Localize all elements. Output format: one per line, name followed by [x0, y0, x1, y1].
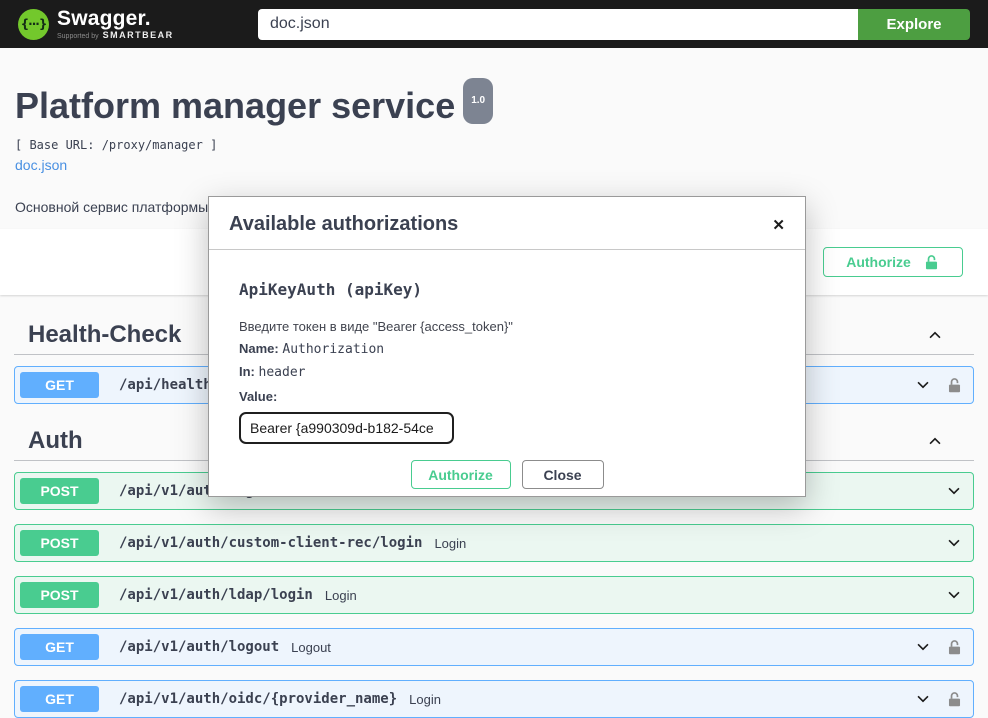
spec-url-form: Explore: [258, 9, 970, 40]
base-url: [ Base URL: /proxy/manager ]: [15, 138, 973, 152]
chevron-down-icon[interactable]: [945, 534, 963, 552]
spec-link[interactable]: doc.json: [15, 157, 67, 173]
operation-path: /api/v1/auth/logout: [119, 639, 279, 655]
method-badge: GET: [20, 634, 99, 660]
brand-name: Swagger.: [57, 8, 174, 29]
operation-row[interactable]: POST /api/v1/auth/ldap/login Login: [14, 576, 974, 614]
operation-path: /api/v1/auth/custom-client-rec/login: [119, 535, 422, 551]
chevron-down-icon[interactable]: [914, 376, 932, 394]
operation-summary: Login: [409, 692, 441, 707]
operation-summary: Login: [434, 536, 466, 551]
close-icon[interactable]: ✕: [772, 216, 785, 234]
spec-url-input[interactable]: [258, 9, 858, 40]
brand-text: Swagger. Supported by SMARTBEAR: [57, 8, 174, 40]
version-badge: 1.0: [463, 78, 493, 124]
modal-close-button[interactable]: Close: [522, 460, 604, 489]
method-badge: GET: [20, 686, 99, 712]
chevron-down-icon[interactable]: [914, 690, 932, 708]
swagger-braces-icon: {···}: [18, 9, 49, 40]
modal-body: ApiKeyAuth (apiKey) Введите токен в виде…: [209, 250, 805, 509]
operation-summary: Logout: [291, 640, 331, 655]
chevron-up-icon[interactable]: [926, 326, 944, 344]
method-badge: GET: [20, 372, 99, 398]
explore-button[interactable]: Explore: [858, 9, 970, 40]
smartbear-label: SMARTBEAR: [103, 31, 174, 40]
operation-summary: Login: [325, 588, 357, 603]
topbar: {···} Swagger. Supported by SMARTBEAR Ex…: [0, 0, 988, 48]
authorize-button[interactable]: Authorize: [823, 247, 963, 277]
page-title: Platform manager service1.0: [15, 86, 973, 132]
auth-scheme-name: ApiKeyAuth (apiKey): [239, 280, 775, 299]
section-title: Auth: [14, 427, 83, 455]
authorizations-modal: Available authorizations ✕ ApiKeyAuth (a…: [208, 196, 806, 497]
operation-path: /api/v1/auth/ldap/login: [119, 587, 313, 603]
auth-name-row: Name: Authorization: [239, 341, 775, 357]
operation-path: /api/v1/auth/oidc/{provider_name}: [119, 691, 397, 707]
section-title: Health-Check: [14, 321, 181, 349]
operation-row[interactable]: GET /api/v1/auth/oidc/{provider_name} Lo…: [14, 680, 974, 718]
modal-authorize-button[interactable]: Authorize: [411, 460, 511, 489]
operation-row[interactable]: POST /api/v1/auth/custom-client-rec/logi…: [14, 524, 974, 562]
modal-actions: Authorize Close: [239, 460, 775, 489]
chevron-down-icon[interactable]: [914, 638, 932, 656]
swagger-logo[interactable]: {···} Swagger. Supported by SMARTBEAR: [18, 8, 174, 40]
method-badge: POST: [20, 478, 99, 504]
method-badge: POST: [20, 530, 99, 556]
unlocked-padlock-icon[interactable]: [946, 377, 963, 394]
token-input[interactable]: [239, 412, 454, 444]
unlocked-padlock-icon: [923, 254, 940, 271]
chevron-down-icon[interactable]: [945, 586, 963, 604]
chevron-down-icon[interactable]: [945, 482, 963, 500]
method-badge: POST: [20, 582, 99, 608]
modal-header: Available authorizations ✕: [209, 197, 805, 250]
unlocked-padlock-icon[interactable]: [946, 639, 963, 656]
supported-by-label: Supported by: [57, 33, 99, 40]
auth-scheme-description: Введите токен в виде "Bearer {access_tok…: [239, 319, 775, 334]
auth-in-row: In: header: [239, 364, 775, 380]
unlocked-padlock-icon[interactable]: [946, 691, 963, 708]
value-label: Value:: [239, 389, 775, 404]
modal-title: Available authorizations: [229, 213, 458, 236]
chevron-up-icon[interactable]: [926, 432, 944, 450]
operation-row[interactable]: GET /api/v1/auth/logout Logout: [14, 628, 974, 666]
